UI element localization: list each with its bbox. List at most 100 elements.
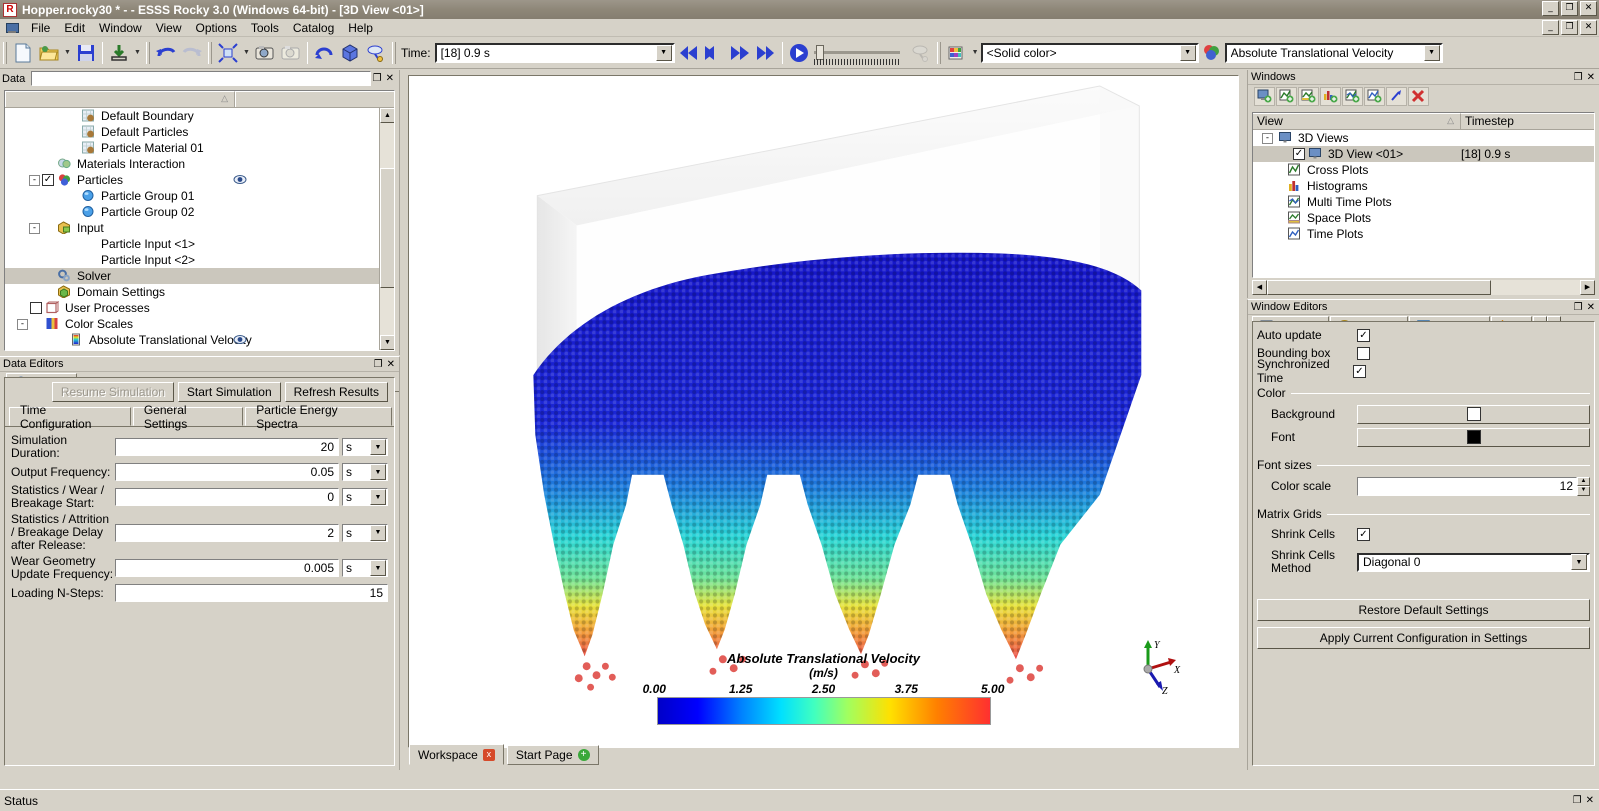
- tree-expander-icon[interactable]: -: [1262, 132, 1273, 144]
- mdi-restore-button[interactable]: ❐: [1561, 20, 1578, 35]
- clip-plane-icon[interactable]: [908, 40, 934, 66]
- windows-list-row[interactable]: Histograms: [1253, 178, 1594, 194]
- data-tree-item[interactable]: Default Particles: [5, 124, 394, 140]
- tree-expander-icon[interactable]: -: [17, 318, 28, 330]
- scroll-thumb[interactable]: [380, 168, 394, 288]
- toolbar-grip-5[interactable]: [936, 41, 941, 64]
- data-filter-input[interactable]: [31, 71, 371, 86]
- tab-start-page[interactable]: Start Page +: [506, 745, 599, 765]
- minimize-button[interactable]: _: [1542, 1, 1559, 16]
- synchronized-time-checkbox[interactable]: ✓: [1353, 364, 1366, 378]
- resume-simulation-button[interactable]: Resume Simulation: [51, 382, 174, 402]
- solver-field-unit-combo[interactable]: s ▼: [342, 488, 388, 506]
- data-tree-item[interactable]: Particle Group 01: [5, 188, 394, 204]
- chevron-down-icon[interactable]: ▼: [1179, 44, 1196, 61]
- windows-hscrollbar[interactable]: ◀ ▶: [1252, 280, 1595, 295]
- toolbar-grip[interactable]: [3, 41, 7, 64]
- data-tree-item[interactable]: Domain Settings: [5, 284, 394, 300]
- stepper-up-icon[interactable]: ▲: [1577, 476, 1590, 486]
- background-color-button[interactable]: [1357, 404, 1590, 424]
- restore-default-settings-button[interactable]: Restore Default Settings: [1257, 599, 1590, 621]
- data-tree-item[interactable]: - ✓ Particles: [5, 172, 394, 188]
- window-editors-close-button[interactable]: ✕: [1587, 302, 1595, 313]
- data-tree-col-extra[interactable]: [235, 91, 394, 107]
- window-editors-float-button[interactable]: ❐: [1574, 302, 1583, 313]
- data-editors-float-button[interactable]: ❐: [374, 359, 383, 370]
- data-tree-item[interactable]: Absolute Translational Velocity: [5, 332, 394, 348]
- rewind-icon[interactable]: [701, 40, 727, 66]
- menu-edit[interactable]: Edit: [57, 20, 92, 36]
- data-close-button[interactable]: ✕: [386, 73, 394, 84]
- pin-icon[interactable]: [1386, 86, 1407, 106]
- chevron-down-icon[interactable]: ▼: [1571, 554, 1587, 570]
- add-histogram-icon[interactable]: [1320, 86, 1341, 106]
- 3d-view-canvas[interactable]: Absolute Translational Velocity (m/s) 0.…: [408, 75, 1239, 748]
- mdi-system-icon[interactable]: [4, 21, 20, 35]
- save-icon[interactable]: [73, 40, 99, 66]
- tree-checkbox[interactable]: [30, 302, 42, 314]
- data-tree-item[interactable]: Particle Input <2>: [5, 252, 394, 268]
- bounding-box-checkbox[interactable]: [1357, 346, 1370, 360]
- windows-list-row[interactable]: Time Plots: [1253, 226, 1594, 242]
- snapshot-icon[interactable]: [252, 40, 278, 66]
- color-property-icon[interactable]: [1199, 40, 1225, 66]
- windows-list-row[interactable]: ✓ 3D View <01> [18] 0.9 s: [1253, 146, 1594, 162]
- add-space-plot-icon[interactable]: [1298, 86, 1319, 106]
- auto-update-checkbox[interactable]: ✓: [1357, 328, 1370, 342]
- menu-options[interactable]: Options: [189, 20, 244, 36]
- time-combo[interactable]: [18] 0.9 s ▼: [434, 42, 675, 63]
- fit-view-dropdown-arrow[interactable]: ▼: [241, 40, 252, 66]
- add-multi-time-plot-icon[interactable]: [1342, 86, 1363, 106]
- windows-list-row[interactable]: - 3D Views: [1253, 130, 1594, 146]
- solver-field-unit-combo[interactable]: s ▼: [342, 523, 388, 542]
- fit-view-icon[interactable]: [215, 40, 241, 66]
- hscroll-thumb[interactable]: [1267, 280, 1491, 295]
- solver-field-unit-combo[interactable]: s ▼: [342, 559, 388, 577]
- data-tree-scrollbar[interactable]: ▲ ▼: [379, 108, 394, 350]
- slider-knob[interactable]: [815, 45, 824, 60]
- close-button[interactable]: ✕: [1580, 1, 1597, 16]
- data-tree-item[interactable]: - Color Scales: [5, 316, 394, 332]
- palette-dropdown-arrow[interactable]: ▼: [970, 40, 981, 66]
- windows-list-row[interactable]: Cross Plots: [1253, 162, 1594, 178]
- data-float-button[interactable]: ❐: [373, 73, 382, 84]
- scroll-down-icon[interactable]: ▼: [380, 335, 394, 350]
- chevron-down-icon[interactable]: ▼: [370, 560, 386, 576]
- solver-field-input[interactable]: 0.005: [115, 559, 339, 577]
- data-tree-item[interactable]: Particle Input <1>: [5, 236, 394, 252]
- solid-color-combo[interactable]: <Solid color> ▼: [980, 42, 1199, 63]
- menu-catalog[interactable]: Catalog: [286, 20, 341, 36]
- menu-file[interactable]: File: [24, 20, 57, 36]
- windows-list-row[interactable]: Multi Time Plots: [1253, 194, 1594, 210]
- clip-icon[interactable]: [363, 40, 389, 66]
- chevron-down-icon[interactable]: ▼: [1423, 44, 1440, 61]
- toolbar-grip-4[interactable]: [392, 41, 396, 64]
- solver-field-unit-combo[interactable]: s ▼: [342, 463, 388, 481]
- tab-time-configuration[interactable]: Time Configuration: [9, 403, 131, 431]
- tree-expander-icon[interactable]: -: [29, 174, 40, 186]
- menu-window[interactable]: Window: [92, 20, 149, 36]
- shrink-cells-method-combo[interactable]: Diagonal 0 ▼: [1357, 552, 1590, 572]
- scroll-up-icon[interactable]: ▲: [380, 108, 394, 123]
- undo-icon[interactable]: [153, 40, 179, 66]
- color-property-combo[interactable]: Absolute Translational Velocity ▼: [1224, 42, 1443, 63]
- speed-slider[interactable]: [812, 42, 908, 65]
- add-time-plot-icon[interactable]: [1364, 86, 1385, 106]
- rotate-icon[interactable]: [311, 40, 337, 66]
- delete-icon[interactable]: [1408, 86, 1429, 106]
- mdi-minimize-button[interactable]: _: [1542, 20, 1559, 35]
- tree-checkbox[interactable]: ✓: [42, 174, 54, 186]
- status-close-button[interactable]: ✕: [1586, 795, 1594, 806]
- add-cross-plot-icon[interactable]: [1276, 86, 1297, 106]
- solver-field-input[interactable]: 20: [115, 438, 339, 456]
- chevron-down-icon[interactable]: ▼: [370, 464, 386, 480]
- play-icon[interactable]: [786, 40, 812, 66]
- solver-field-input[interactable]: 0: [115, 488, 339, 506]
- import-dropdown-arrow[interactable]: ▼: [132, 40, 143, 66]
- data-tree-item[interactable]: User Processes: [5, 300, 394, 316]
- windows-float-button[interactable]: ❐: [1574, 72, 1583, 83]
- solver-field-unit-combo[interactable]: s ▼: [342, 438, 388, 456]
- status-float-button[interactable]: ❐: [1573, 795, 1582, 806]
- windows-row-checkbox[interactable]: ✓: [1293, 148, 1305, 160]
- menu-view[interactable]: View: [149, 20, 189, 36]
